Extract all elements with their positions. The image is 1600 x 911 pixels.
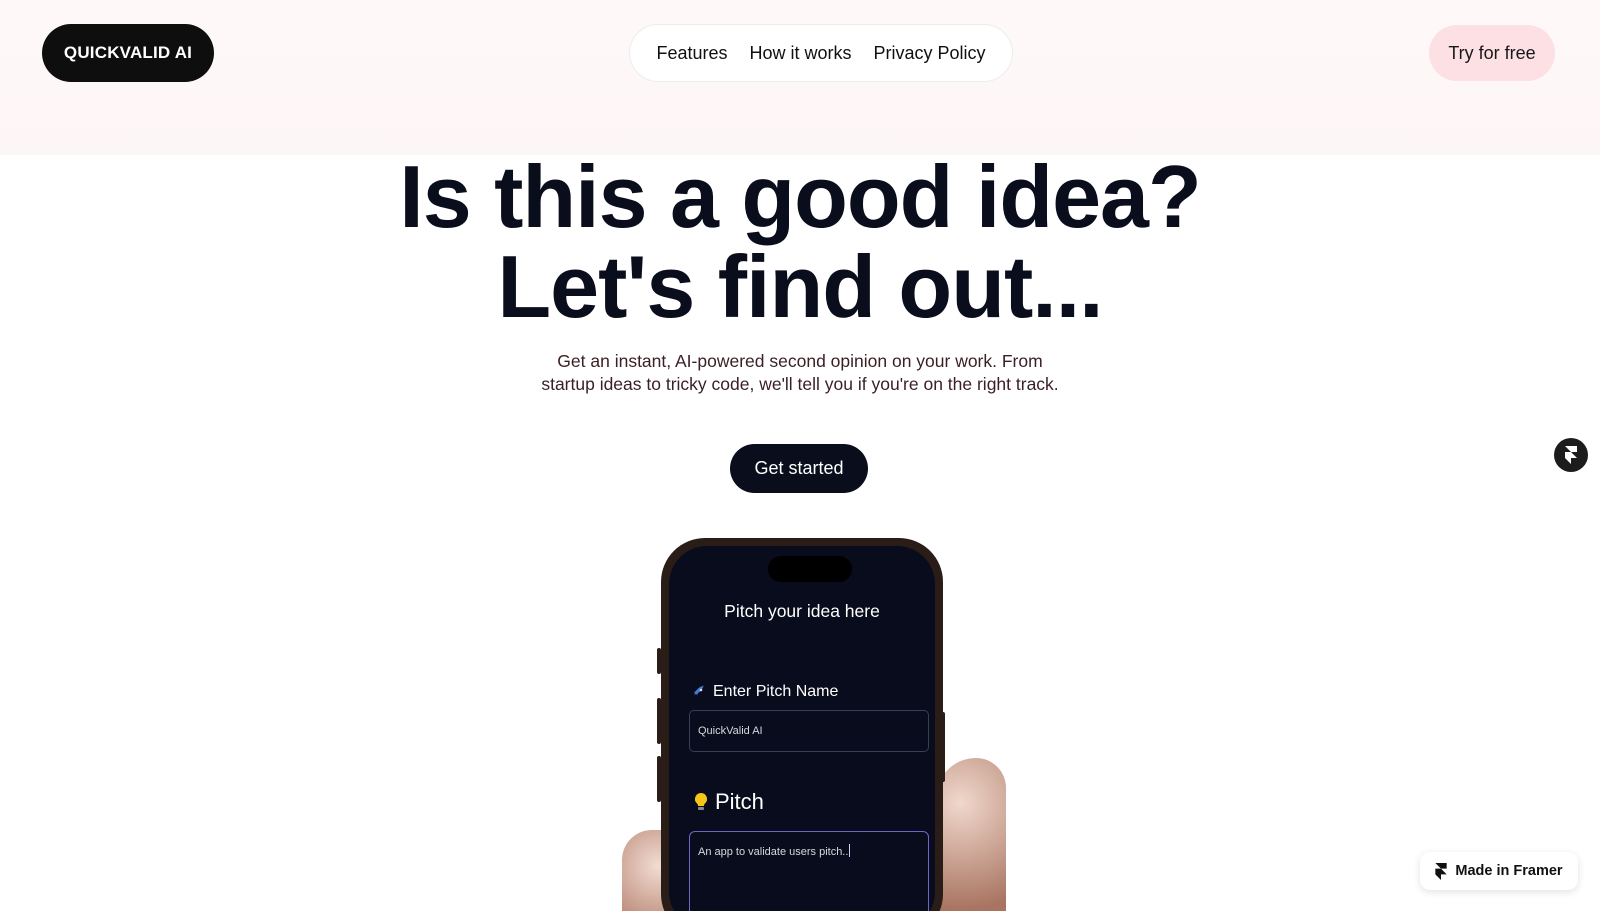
- pitch-name-label: Enter Pitch Name: [691, 683, 838, 701]
- pitch-name-label-text: Enter Pitch Name: [713, 683, 839, 700]
- text-caret: [849, 844, 851, 857]
- pitch-textarea[interactable]: An app to validate users pitch..: [689, 831, 929, 911]
- pitch-screen-title: Pitch your idea here: [724, 601, 880, 621]
- hero-headline-line2: Let's find out...: [497, 237, 1103, 336]
- logo[interactable]: QUICKVALID AI: [42, 24, 214, 82]
- phone-body: Pitch your idea here Enter Pitch Name Qu…: [661, 538, 943, 911]
- lightbulb-icon: [694, 792, 708, 810]
- rocket-icon: [694, 685, 704, 695]
- framer-icon: [1435, 862, 1448, 880]
- made-in-framer-label: Made in Framer: [1455, 863, 1563, 879]
- hero-headline: Is this a good idea? Let's find out...: [0, 152, 1600, 332]
- phone-screen: Pitch your idea here Enter Pitch Name Qu…: [669, 546, 935, 911]
- main-nav: Features How it works Privacy Policy: [629, 24, 1013, 82]
- framer-icon: [1565, 446, 1577, 464]
- try-for-free-button[interactable]: Try for free: [1429, 25, 1555, 81]
- made-in-framer-badge[interactable]: Made in Framer: [1420, 852, 1578, 890]
- framer-floating-button[interactable]: [1554, 438, 1588, 472]
- phone-mockup: Pitch your idea here Enter Pitch Name Qu…: [610, 530, 1030, 911]
- hero-headline-line1: Is this a good idea?: [399, 147, 1201, 246]
- pitch-name-input[interactable]: QuickValid AI: [689, 710, 929, 752]
- get-started-button[interactable]: Get started: [730, 444, 868, 493]
- nav-privacy-policy[interactable]: Privacy Policy: [874, 43, 986, 64]
- hand-right: [936, 758, 1006, 911]
- nav-features[interactable]: Features: [656, 43, 727, 64]
- pitch-textarea-value: An app to validate users pitch..: [698, 846, 849, 858]
- hero-subtext: Get an instant, AI-powered second opinio…: [541, 351, 1059, 394]
- pitch-label-text: Pitch: [715, 789, 764, 814]
- dynamic-island: [768, 556, 852, 582]
- pitch-label: Pitch: [693, 789, 764, 815]
- nav-how-it-works[interactable]: How it works: [750, 43, 852, 64]
